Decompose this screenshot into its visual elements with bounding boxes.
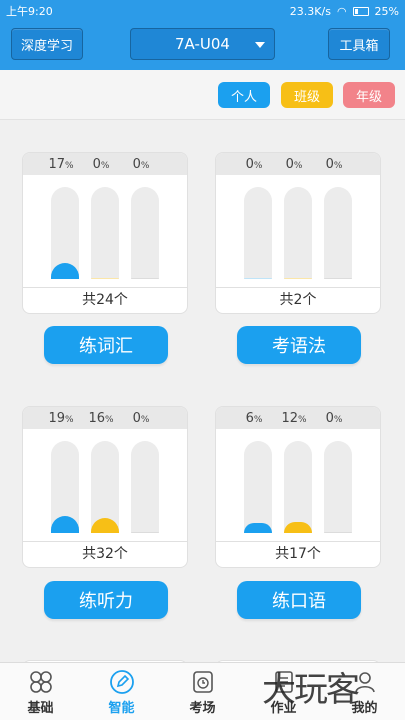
tab-label: 考场 (189, 700, 216, 716)
listening-progress-card: 19% 16% 0% 共32个 (22, 406, 188, 568)
progress-bar-blue (51, 187, 79, 279)
vocab-progress-card: 17% 0% 0% 共24个 (22, 152, 188, 314)
tab-label: 基础 (27, 700, 54, 716)
percent-row: 19% 16% 0% (23, 407, 187, 429)
bar-fill (284, 278, 312, 279)
percent-label: 0% (325, 156, 343, 172)
app-bar: 深度学习 7A-U04 工具箱 (0, 22, 405, 70)
bar-fill (51, 263, 79, 279)
item-total: 共24个 (23, 287, 187, 313)
unit-select-value: 7A-U04 (175, 35, 230, 53)
progress-bar-blue (244, 187, 272, 279)
bar-fill (244, 278, 272, 279)
progress-bar-yellow (284, 441, 312, 533)
progress-bars (244, 187, 354, 279)
progress-bars (51, 187, 161, 279)
tab-exam[interactable]: 考场 (162, 663, 243, 720)
clock-icon (192, 670, 213, 693)
practice-listening-button[interactable]: 练听力 (44, 581, 168, 619)
percent-label: 0% (285, 156, 303, 172)
progress-bar-blue (51, 441, 79, 533)
progress-bar-gray (324, 441, 352, 533)
wifi-icon: ◠ (336, 4, 347, 18)
grid-icon (29, 670, 52, 693)
battery-level: 25% (374, 4, 399, 18)
bar-fill (284, 522, 312, 533)
network-speed: 23.3K/s (289, 4, 331, 18)
percent-row: 6% 12% 0% (216, 407, 380, 429)
progress-bar-yellow (91, 441, 119, 533)
pencil-icon (109, 669, 134, 694)
chevron-down-icon (255, 42, 265, 48)
unit-select[interactable]: 7A-U04 (130, 28, 275, 60)
watermark-logo: 大玩客 (262, 670, 360, 710)
tab-smart[interactable]: 智能 (81, 663, 162, 720)
percent-label: 17% (48, 156, 74, 172)
filter-class-button[interactable]: 班级 (281, 82, 333, 108)
tab-label: 智能 (108, 700, 135, 716)
progress-bar-yellow (284, 187, 312, 279)
percent-label: 0% (245, 156, 263, 172)
item-total: 共17个 (216, 541, 380, 567)
progress-bars (244, 441, 354, 533)
status-bar: 上午9:20 23.3K/s ◠ 25% (0, 0, 405, 22)
percent-row: 0% 0% 0% (216, 153, 380, 175)
item-total: 共32个 (23, 541, 187, 567)
percent-label: 0% (92, 156, 110, 172)
bar-fill (51, 516, 79, 533)
percent-label: 0% (132, 410, 150, 426)
progress-bar-blue (244, 441, 272, 533)
percent-label: 16% (88, 410, 114, 426)
filter-bar: 个人 班级 年级 (0, 70, 405, 120)
practice-speaking-button[interactable]: 练口语 (237, 581, 361, 619)
percent-row: 17% 0% 0% (23, 153, 187, 175)
percent-label: 0% (325, 410, 343, 426)
percent-label: 0% (132, 156, 150, 172)
percent-label: 12% (281, 410, 307, 426)
progress-bars (51, 441, 161, 533)
bar-fill (324, 532, 352, 533)
progress-bar-gray (131, 187, 159, 279)
item-total: 共2个 (216, 287, 380, 313)
filter-grade-button[interactable]: 年级 (343, 82, 395, 108)
progress-bar-yellow (91, 187, 119, 279)
status-time: 上午9:20 (6, 5, 53, 18)
bar-fill (324, 278, 352, 279)
tab-basics[interactable]: 基础 (0, 663, 81, 720)
percent-label: 19% (48, 410, 74, 426)
test-grammar-button[interactable]: 考语法 (237, 326, 361, 364)
percent-label: 6% (245, 410, 263, 426)
filter-self-button[interactable]: 个人 (218, 82, 270, 108)
bar-fill (91, 278, 119, 279)
bar-fill (131, 532, 159, 533)
bar-fill (244, 523, 272, 533)
grammar-progress-card: 0% 0% 0% 共2个 (215, 152, 381, 314)
progress-bar-gray (131, 441, 159, 533)
deep-learning-button[interactable]: 深度学习 (11, 28, 83, 60)
bar-fill (131, 278, 159, 279)
speaking-progress-card: 6% 12% 0% 共17个 (215, 406, 381, 568)
battery-icon (352, 6, 369, 16)
practice-vocab-button[interactable]: 练词汇 (44, 326, 168, 364)
bar-fill (91, 518, 119, 533)
toolbox-button[interactable]: 工具箱 (328, 28, 390, 60)
progress-bar-gray (324, 187, 352, 279)
